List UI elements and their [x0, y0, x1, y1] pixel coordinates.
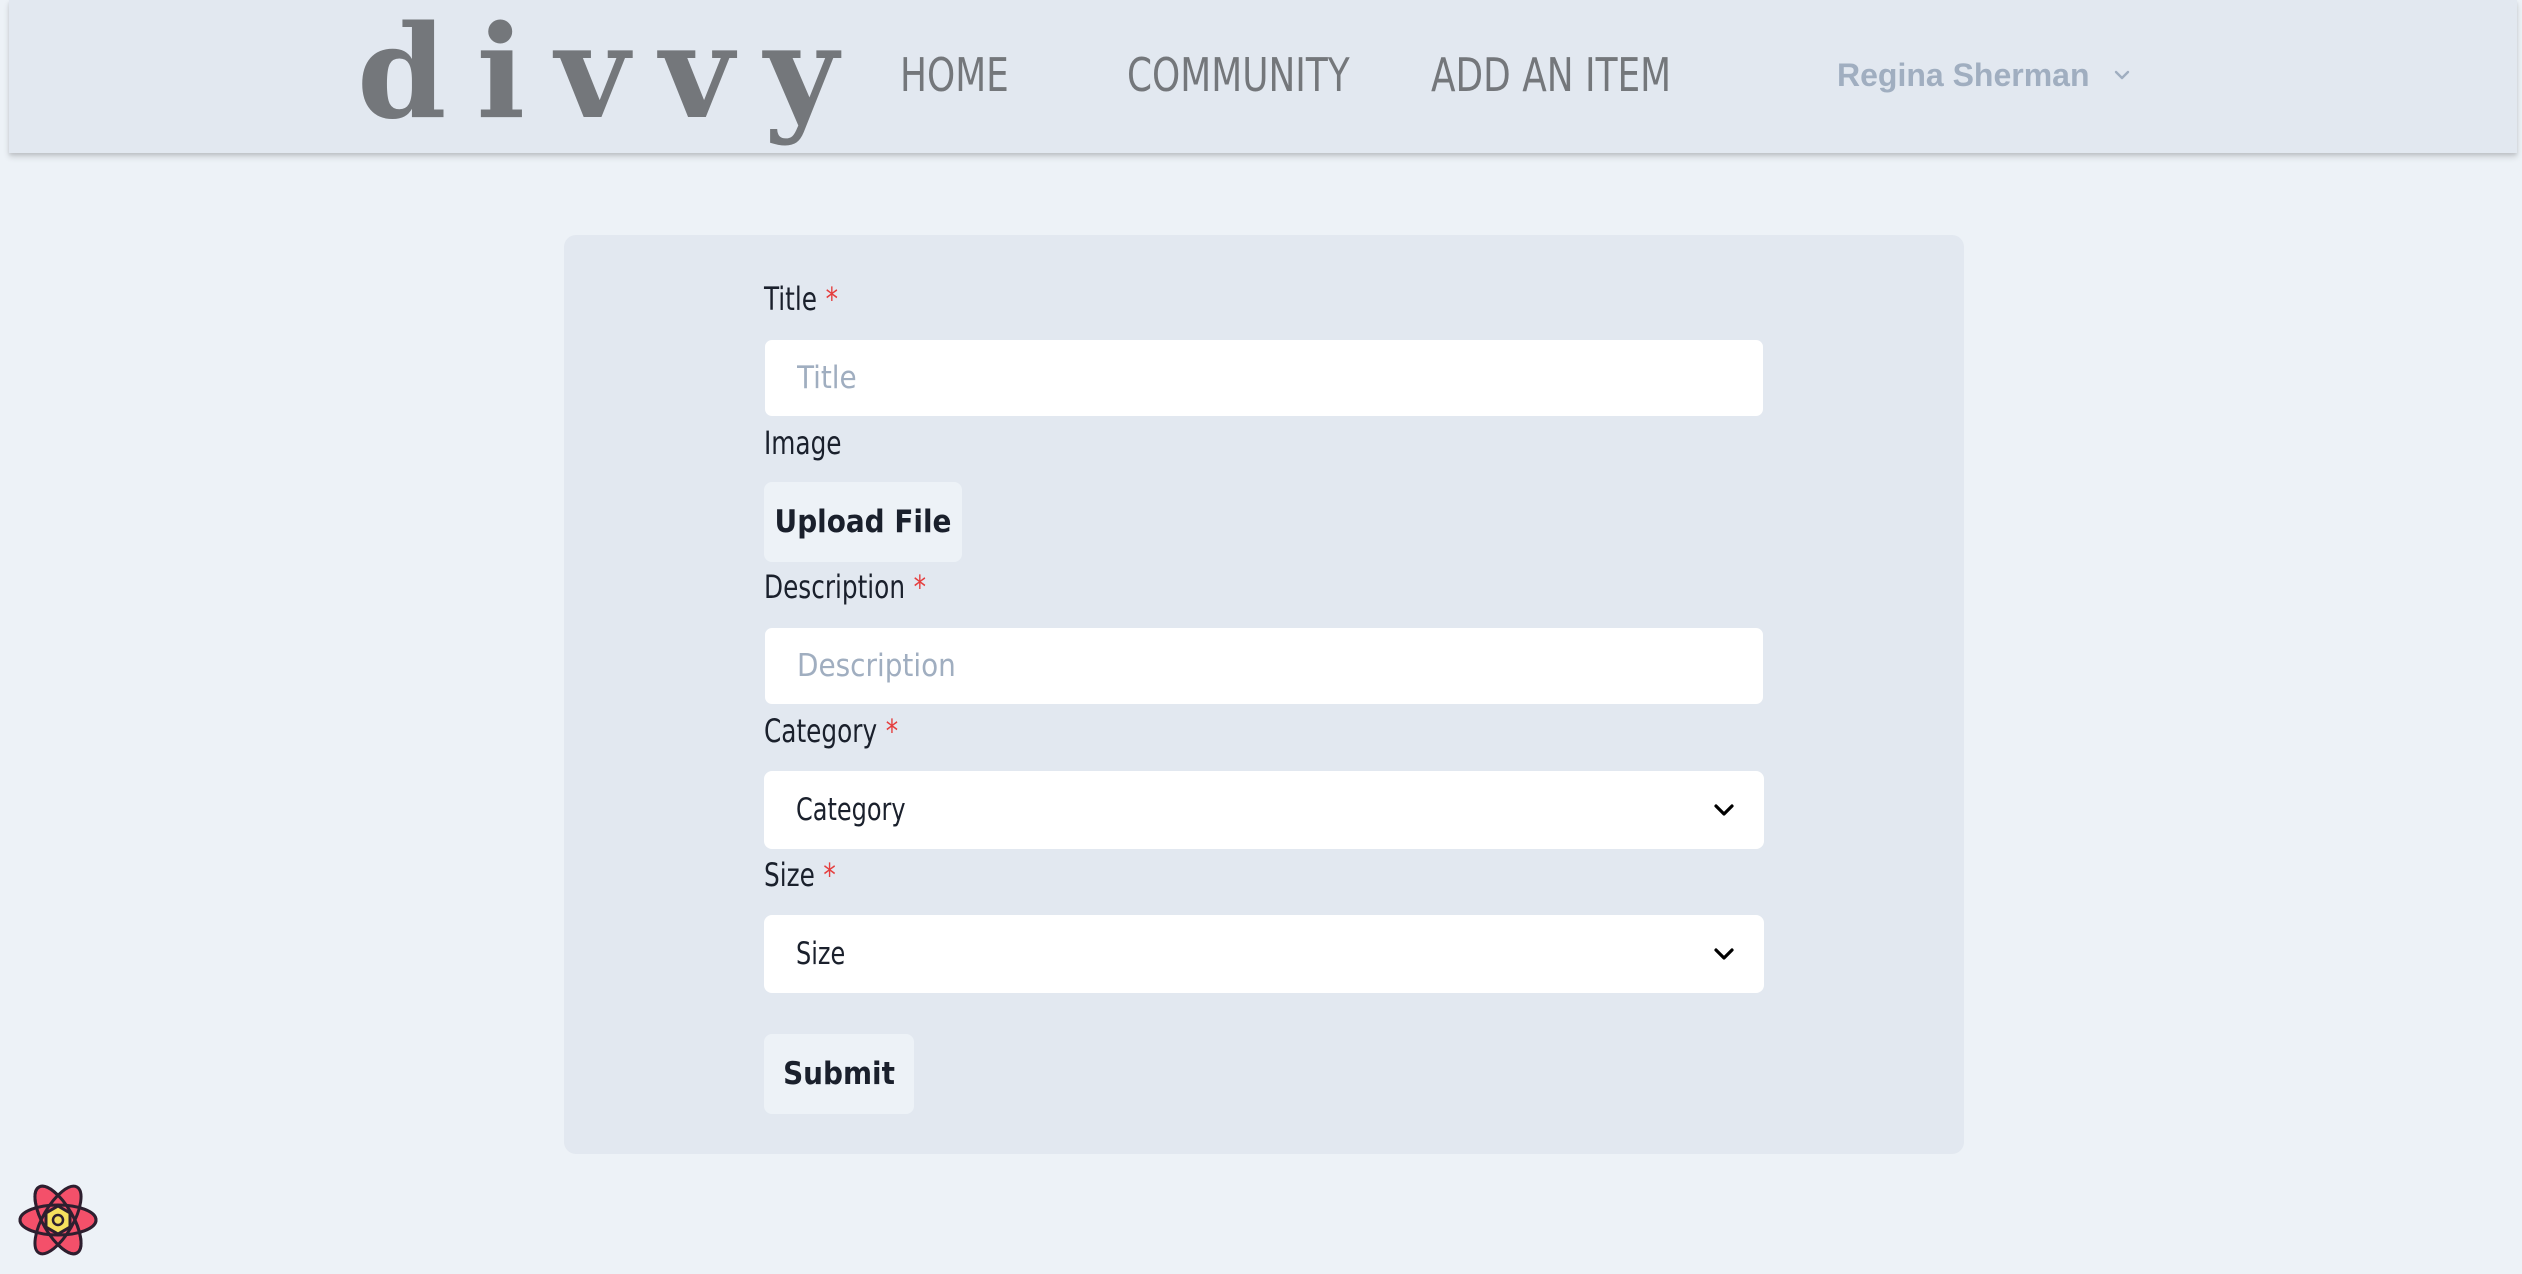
- category-select[interactable]: Category: [764, 771, 1764, 849]
- title-input[interactable]: [764, 339, 1764, 417]
- size-label: Size *: [764, 853, 836, 897]
- description-input[interactable]: [764, 627, 1764, 705]
- chevron-down-icon: [1714, 804, 1734, 816]
- required-asterisk: *: [885, 712, 899, 750]
- nav-home[interactable]: HOME: [900, 40, 1009, 110]
- category-label: Category *: [764, 709, 898, 753]
- logo[interactable]: divvy: [357, 0, 868, 148]
- add-item-form: Title* Image Upload File Description* Ca…: [564, 235, 1964, 1154]
- description-label-text: Description: [764, 568, 906, 606]
- required-asterisk: *: [913, 568, 926, 606]
- user-name: Regina Sherman: [1837, 56, 2090, 93]
- user-menu[interactable]: Regina Sherman: [1837, 50, 2132, 100]
- category-select-value: Category: [796, 792, 906, 828]
- react-devtools-icon[interactable]: [16, 1178, 100, 1262]
- nav-community[interactable]: COMMUNITY: [1127, 40, 1350, 110]
- required-asterisk: *: [823, 856, 836, 894]
- category-label-text: Category: [764, 712, 878, 750]
- required-asterisk: *: [825, 280, 838, 318]
- size-label-text: Size: [764, 856, 815, 894]
- size-select-value: Size: [796, 936, 846, 972]
- image-label: Image: [764, 424, 842, 462]
- upload-file-button[interactable]: Upload File: [764, 482, 962, 562]
- title-label: Title *: [764, 277, 838, 321]
- description-label: Description *: [764, 565, 926, 609]
- nav-add-item[interactable]: ADD AN ITEM: [1431, 40, 1671, 110]
- top-navbar: divvy HOME COMMUNITY ADD AN ITEM Regina …: [9, 0, 2517, 153]
- submit-button[interactable]: Submit: [764, 1034, 914, 1114]
- chevron-down-icon: [1714, 948, 1734, 960]
- chevron-down-icon: [2114, 70, 2129, 80]
- size-select[interactable]: Size: [764, 915, 1764, 993]
- title-label-text: Title: [764, 280, 817, 318]
